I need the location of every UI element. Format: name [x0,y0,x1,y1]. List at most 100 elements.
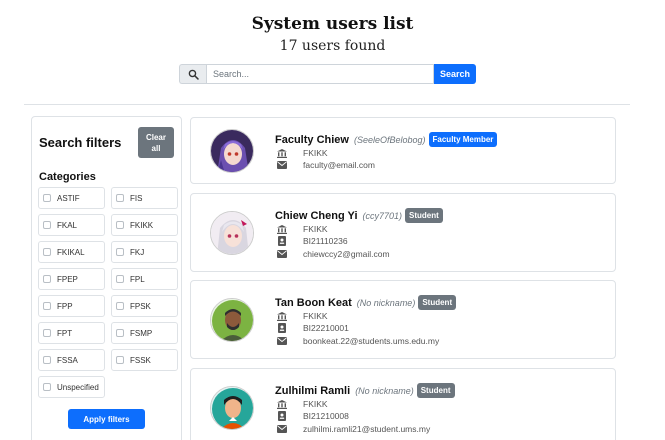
category-checkbox-fis[interactable]: FIS [111,187,178,209]
role-badge: Student [418,295,457,310]
envelope-icon [277,337,287,346]
checkbox[interactable] [43,248,51,256]
user-nickname: (ccy7701) [362,210,403,221]
checkbox[interactable] [116,194,124,202]
avatar [210,211,254,255]
checkbox[interactable] [116,275,124,283]
user-nickname: (No nickname) [356,297,416,308]
clear-label-line2: all [151,143,161,153]
category-checkbox-fsmp[interactable]: FSMP [111,322,178,344]
checkbox[interactable] [43,383,51,391]
user-card[interactable]: Faculty Chiew (SeeleOfBelobog) Faculty M… [190,117,616,184]
envelope-icon [277,425,287,434]
id-row: BI21110236 [277,236,348,246]
category-checkbox-fpl[interactable]: FPL [111,268,178,290]
category-checkbox-fpsk[interactable]: FPSK [111,295,178,317]
checkbox[interactable] [116,302,124,310]
user-name-row: Chiew Cheng Yi (ccy7701) Student [275,208,443,223]
envelope-icon [277,161,287,170]
checkbox[interactable] [116,221,124,229]
category-label: FIS [130,193,143,203]
user-name-row: Tan Boon Keat (No nickname) Student [275,295,457,310]
checkbox[interactable] [116,248,124,256]
search-bar: Search [179,64,476,84]
checkbox[interactable] [43,221,51,229]
clear-label-line1: Clear [145,132,166,142]
category-checkbox-fkikk[interactable]: FKIKK [111,214,178,236]
faculty-row: FKIKK [277,311,328,321]
id-row: BI21210008 [277,411,349,421]
email-text: zulhilmi.ramli21@student.ums.my [303,424,431,434]
search-icon [179,64,206,84]
clear-all-button[interactable]: Clear all [138,127,174,158]
email-row: boonkeat.22@students.ums.edu.my [277,336,439,346]
user-name: Zulhilmi Ramli [275,384,351,397]
checkbox[interactable] [116,329,124,337]
role-badge: Faculty Member [428,132,498,147]
checkbox[interactable] [43,356,51,364]
category-label: FPEP [57,274,78,284]
checkbox[interactable] [43,302,51,310]
id-number-text: BI22210001 [303,323,349,333]
category-checkbox-astif[interactable]: ASTIF [38,187,105,209]
category-label: ASTIF [57,193,80,203]
category-label: FPT [57,328,73,338]
category-checkbox-fkikal[interactable]: FKIKAL [38,241,105,263]
id-badge-icon [277,411,287,421]
avatar [210,129,254,173]
building-icon [277,224,287,234]
user-card[interactable]: Zulhilmi Ramli (No nickname) Student FKI… [190,368,616,440]
role-badge: Student [416,383,455,398]
id-badge-icon [277,236,287,246]
search-input[interactable] [206,64,434,84]
category-checkbox-fpep[interactable]: FPEP [38,268,105,290]
category-checkbox-fpt[interactable]: FPT [38,322,105,344]
email-text: chiewccy2@gmail.com [303,249,390,259]
category-checkbox-fkal[interactable]: FKAL [38,214,105,236]
checkbox[interactable] [43,194,51,202]
faculty-row: FKIKK [277,148,328,158]
category-label: FSSA [57,355,78,365]
user-name: Faculty Chiew [275,133,349,146]
user-name-row: Zulhilmi Ramli (No nickname) Student [275,383,455,398]
faculty-row: FKIKK [277,399,328,409]
email-text: boonkeat.22@students.ums.edu.my [303,336,440,346]
apply-filters-button[interactable]: Apply filters [68,409,145,429]
categories-heading: Categories [39,171,96,183]
email-row: faculty@email.com [277,160,375,170]
category-label: FKIKK [130,220,154,230]
faculty-text: FKIKK [303,399,328,409]
category-checkbox-fkj[interactable]: FKJ [111,241,178,263]
category-checkbox-fssa[interactable]: FSSA [38,349,105,371]
id-badge-icon [277,323,287,333]
avatar [210,386,254,430]
category-label: Unspecified [57,382,99,392]
page-subtitle: 17 users found [279,38,386,54]
checkbox[interactable] [43,275,51,283]
user-nickname: (SeeleOfBelobog) [353,134,426,145]
category-label: FPP [57,301,73,311]
checkbox[interactable] [116,356,124,364]
faculty-text: FKIKK [303,148,328,158]
building-icon [277,311,287,321]
category-checkbox-fssk[interactable]: FSSK [111,349,178,371]
category-label: FKJ [130,247,145,257]
category-label: FPSK [130,301,151,311]
search-button[interactable]: Search [434,64,476,84]
id-number-text: BI21110236 [303,236,348,246]
building-icon [277,399,287,409]
category-label: FKIKAL [57,247,85,257]
checkbox[interactable] [43,329,51,337]
email-text: faculty@email.com [303,160,375,170]
id-number-text: BI21210008 [303,411,349,421]
user-name: Chiew Cheng Yi [275,209,358,222]
category-checkbox-unspecified[interactable]: Unspecified [38,376,105,398]
divider [24,104,630,105]
category-label: FSSK [130,355,151,365]
avatar [210,298,254,342]
envelope-icon [277,250,287,259]
category-checkbox-fpp[interactable]: FPP [38,295,105,317]
user-card[interactable]: Tan Boon Keat (No nickname) Student FKIK… [190,280,616,359]
email-row: zulhilmi.ramli21@student.ums.my [277,424,430,434]
user-card[interactable]: Chiew Cheng Yi (ccy7701) Student FKIKK B… [190,193,616,272]
